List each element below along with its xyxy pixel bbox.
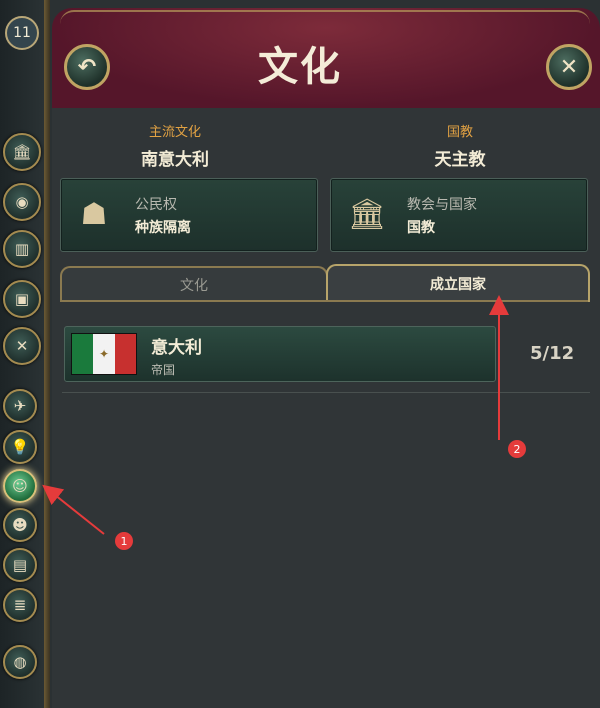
nation-type: 帝国 — [151, 363, 176, 377]
annotation-marker-2: 2 — [508, 440, 526, 458]
card-title: 教会与国家 — [407, 197, 477, 213]
tab-underline — [60, 300, 588, 302]
church-state-icon: 🏛 — [347, 196, 387, 232]
world-icon[interactable]: ◍ — [3, 645, 37, 679]
annotation-marker-1: 1 — [115, 532, 133, 550]
population-icon[interactable]: ☻ — [3, 508, 37, 542]
undo-arrow-icon[interactable]: ↶ — [64, 44, 110, 90]
church-state-card[interactable]: 🏛 教会与国家 国教 — [330, 178, 588, 252]
card-title: 公民权 — [135, 197, 177, 213]
government-icon[interactable]: 🏛 — [3, 133, 41, 171]
card-value: 国教 — [407, 220, 435, 236]
journal-icon[interactable]: ▤ — [3, 548, 37, 582]
citizenship-busts-icon: ☗ — [80, 196, 108, 232]
primary-culture-value[interactable]: 南意大利 — [110, 145, 240, 170]
sidebar-border — [44, 0, 50, 708]
diplomacy-icon[interactable]: ✈ — [3, 389, 37, 423]
technology-icon[interactable]: 💡 — [3, 430, 37, 464]
close-icon[interactable]: ✕ — [546, 44, 592, 90]
citizenship-card[interactable]: ☗ 公民权 种族隔离 — [60, 178, 318, 252]
tab-form-nation[interactable]: 成立国家 — [326, 264, 590, 302]
card-value: 种族隔离 — [135, 220, 191, 236]
nation-name: 意大利 — [151, 338, 202, 358]
industry-icon[interactable]: ▥ — [3, 230, 41, 268]
list-item[interactable]: ✦ 意大利 帝国 — [64, 326, 496, 382]
trade-icon[interactable]: ▣ — [3, 280, 41, 318]
economy-icon[interactable]: ◉ — [3, 183, 41, 221]
tab-culture[interactable]: 文化 — [60, 266, 328, 302]
primary-culture-label: 主流文化 — [148, 125, 201, 140]
header-ornament — [60, 10, 590, 24]
nation-progress: 5/12 — [530, 343, 575, 364]
decisions-icon[interactable]: ≣ — [3, 588, 37, 622]
religion-label: 国教 — [446, 125, 473, 140]
culture-icon[interactable]: ☺ — [3, 469, 37, 503]
religion-value[interactable]: 天主教 — [395, 145, 525, 170]
military-icon[interactable]: ✕ — [3, 327, 41, 365]
italy-flag: ✦ — [71, 333, 137, 375]
divider — [62, 392, 590, 393]
